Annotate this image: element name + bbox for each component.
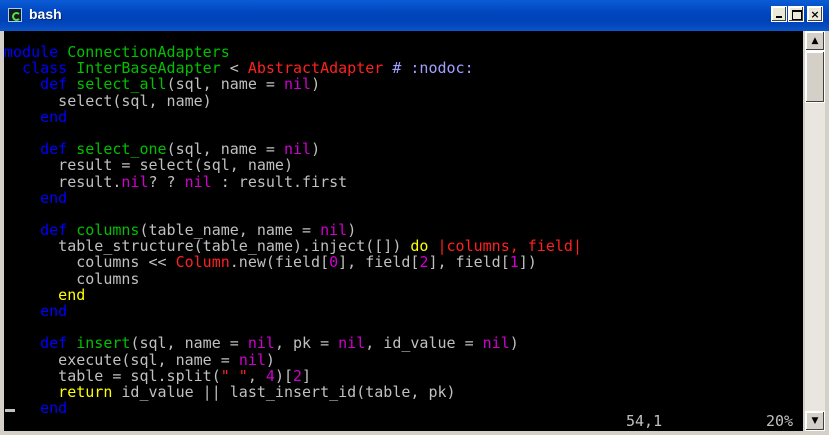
title-bar[interactable]: bash × (0, 0, 829, 31)
code-line: columns (4, 271, 582, 287)
maximize-button[interactable] (788, 6, 804, 22)
window-border (0, 431, 829, 435)
code-token: nil (184, 172, 212, 191)
scrollbar-thumb[interactable] (805, 51, 825, 103)
code-token: end (4, 107, 68, 126)
cursor-position: 54,1 (626, 412, 663, 430)
code-line: end (4, 190, 582, 206)
code-token: end (4, 188, 68, 207)
code-token: , id_value = (365, 334, 483, 353)
scroll-percent: 20% (766, 412, 794, 430)
code-line: end (4, 109, 582, 125)
code-token: ]) (518, 253, 537, 272)
code-line: end (4, 287, 582, 303)
code-token: ) (311, 75, 321, 94)
code-token: end (4, 302, 68, 320)
code-line: end (4, 303, 582, 319)
status-line: 54,1 20% (4, 412, 803, 430)
code-line: table_structure(table_name).inject([]) d… (4, 238, 582, 254)
code-line: def insert(sql, name = nil, pk = nil, id… (4, 335, 582, 351)
scroll-down-button[interactable]: ▼ (805, 411, 825, 431)
code-token: ) (311, 140, 321, 159)
code-line: result = select(sql, name) (4, 157, 582, 173)
code-token: 1 (509, 253, 519, 272)
terminal-icon (8, 8, 22, 22)
terminal-editor[interactable]: module ConnectionAdapters class InterBas… (4, 31, 803, 431)
code-token: ? ? (148, 172, 185, 191)
code-token: ], field[ (338, 253, 420, 272)
code-line: execute(sql, name = nil) (4, 351, 582, 368)
code-token: ) (509, 334, 519, 353)
code-line: module ConnectionAdapters (4, 44, 582, 60)
code-token: id_value || last_insert_id(table, pk) (112, 382, 456, 401)
terminal-window: bash × module ConnectionAdapters class I… (0, 0, 829, 435)
vertical-scrollbar[interactable]: ▲ ▼ (805, 31, 825, 431)
code-token: nil (283, 75, 312, 94)
code-token: , pk = (274, 334, 339, 353)
code-line: def columns(table_name, name = nil) (4, 222, 582, 238)
close-button[interactable]: × (807, 6, 823, 22)
code-token: # :nodoc: (383, 59, 474, 78)
code-line: columns << Column.new(field[0], field[2]… (4, 254, 582, 270)
code-area[interactable]: module ConnectionAdapters class InterBas… (4, 44, 582, 416)
code-line: def select_one(sql, name = nil) (4, 141, 582, 157)
code-line: table = sql.split(" ", 4)[2] (4, 368, 582, 384)
code-line: def select_all(sql, name = nil) (4, 76, 582, 92)
code-token: nil (121, 172, 149, 191)
code-token: 0 (329, 253, 339, 272)
code-token: .new(field[ (229, 253, 330, 272)
minimize-button[interactable] (771, 6, 787, 22)
window-title: bash (29, 6, 62, 22)
code-token: ], field[ (428, 253, 510, 272)
code-line: return id_value || last_insert_id(table,… (4, 384, 582, 400)
code-token: : result.first (211, 172, 348, 191)
code-line: select(sql, name) (4, 92, 582, 109)
code-token: nil (482, 334, 510, 353)
code-token: nil (338, 334, 366, 353)
code-line: result.nil? ? nil : result.first (4, 172, 582, 191)
code-line: class InterBaseAdapter < AbstractAdapter… (4, 60, 582, 76)
code-token: Column (175, 253, 230, 272)
scroll-up-button[interactable]: ▲ (805, 31, 825, 51)
